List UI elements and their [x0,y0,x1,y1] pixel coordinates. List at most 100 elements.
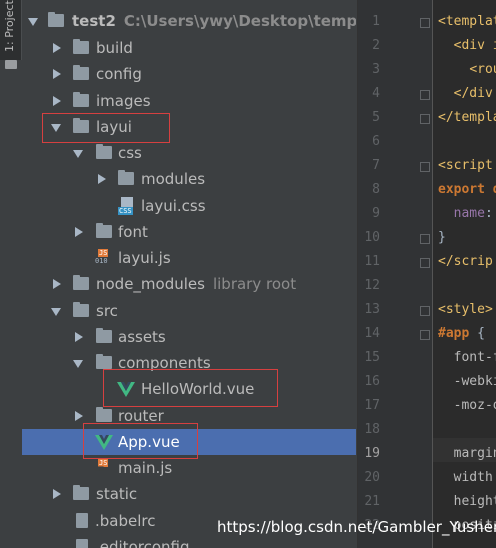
code-token: { [469,326,485,341]
code-token: <style> [438,302,493,317]
code-token: } [438,230,446,245]
chevron-right-icon[interactable] [75,227,83,237]
line-number: 18 [364,422,380,437]
line-number: 2 [372,38,380,53]
code-token: -moz-o [453,398,496,413]
chevron-down-icon[interactable] [73,150,83,158]
editor-gutter: 1 2 3 4 5 6 7 8 9 10 11 12 13 14 15 16 17 18 19 20 21 22 [358,0,433,548]
tree-item-images[interactable]: images [22,88,356,114]
tree-item-label: images [96,92,151,110]
chevron-right-icon[interactable] [53,489,61,499]
project-tree: test2C:\Users\ywy\Desktop\temp\前后 build … [22,0,356,548]
css-file-icon: CSS [118,197,136,215]
tree-item-app-vue[interactable]: App.vue [22,429,356,455]
fold-marker-icon[interactable] [420,90,430,100]
tree-item-src[interactable]: src [22,298,356,324]
code-token: width [453,470,493,485]
code-token: height [453,494,496,509]
fold-marker-icon[interactable] [420,114,430,124]
tree-item-config[interactable]: config [22,61,356,87]
folder-icon [73,302,89,317]
tree-item-helloworld-vue[interactable]: HelloWorld.vue [22,376,356,402]
config-file-icon [76,539,88,548]
tree-item-label: static [96,485,138,503]
code-token: <rou [469,62,496,77]
tree-item-label: HelloWorld.vue [141,380,255,398]
tree-item-components[interactable]: components [22,350,356,376]
chevron-right-icon[interactable] [53,279,61,289]
chevron-down-icon[interactable] [28,18,38,26]
chevron-down-icon[interactable] [51,124,61,132]
code-line: <templat [438,10,496,34]
tree-item-modules[interactable]: modules [22,166,356,192]
project-tool-tab[interactable]: 1: Project [0,0,22,60]
config-file-icon [76,513,88,528]
folder-icon [73,92,89,107]
fold-marker-icon[interactable] [420,330,430,340]
chevron-right-icon[interactable] [75,411,83,421]
tree-item-label: modules [141,170,206,188]
chevron-right-icon[interactable] [98,174,106,184]
tree-item-build[interactable]: build [22,35,356,61]
fold-marker-icon[interactable] [420,18,430,28]
tree-item-assets[interactable]: assets [22,324,356,350]
tree-item-node-modules[interactable]: node_modules library root [22,271,356,297]
line-number: 6 [372,134,380,149]
line-number: 9 [372,206,380,221]
code-line: <div i [438,34,496,58]
code-token: name [453,206,485,221]
chevron-right-icon[interactable] [75,332,83,342]
code-line: } [438,226,446,250]
folder-icon [96,328,112,343]
chevron-right-icon[interactable] [53,96,61,106]
project-tab-label: 1: Project [3,0,16,52]
folder-icon [73,65,89,80]
tree-item-static[interactable]: static [22,481,356,507]
tree-item-layui-css[interactable]: CSS layui.css [22,193,356,219]
tree-item-router[interactable]: router [22,403,356,429]
fold-marker-icon[interactable] [420,258,430,268]
fold-marker-icon[interactable] [420,306,430,316]
code-line: -webki [438,370,496,394]
tree-item-label: font [118,223,148,241]
code-line: <rou [438,58,496,82]
chevron-down-icon[interactable] [51,308,61,316]
code-token: export d [438,182,496,197]
tree-item-label: .babelrc [95,512,156,530]
chevron-down-icon[interactable] [73,360,83,368]
tree-item-label: layui.css [141,197,206,215]
line-number: 7 [372,158,380,173]
tree-item-label: layui.js [118,249,171,267]
code-line: -moz-o [438,394,496,418]
tree-item-layui-js[interactable]: JS 010 layui.js [22,245,356,271]
tree-item-css[interactable]: css [22,140,356,166]
tree-item-label: layui [96,118,132,136]
folder-icon [5,60,17,69]
tree-item-font[interactable]: font [22,219,356,245]
code-token: </scrip [438,254,493,269]
line-number: 8 [372,182,380,197]
folder-icon [96,144,112,159]
folder-icon [73,485,89,500]
tree-item-layui[interactable]: layui [22,114,356,140]
tree-item-label: config [96,65,142,83]
tree-item-editorconfig[interactable]: .editorconfig [22,534,356,548]
code-token: <script [438,158,493,173]
library-root-hint: library root [212,275,297,293]
code-token: margin [453,446,496,461]
fold-marker-icon[interactable] [420,234,430,244]
tree-item-label: node_modules library root [96,275,297,293]
chevron-right-icon[interactable] [53,69,61,79]
chevron-right-icon[interactable] [53,43,61,53]
tree-item-main-js[interactable]: JS ▀▀ main.js [22,455,356,481]
code-editor[interactable]: 1 2 3 4 5 6 7 8 9 10 11 12 13 14 15 16 17 18 19 20 21 22 <tem… [357,0,496,548]
line-number: 1 [372,14,380,29]
line-number: 14 [364,326,380,341]
tree-item-test2[interactable]: test2C:\Users\ywy\Desktop\temp\前后 [22,8,356,34]
fold-marker-icon[interactable] [420,162,430,172]
